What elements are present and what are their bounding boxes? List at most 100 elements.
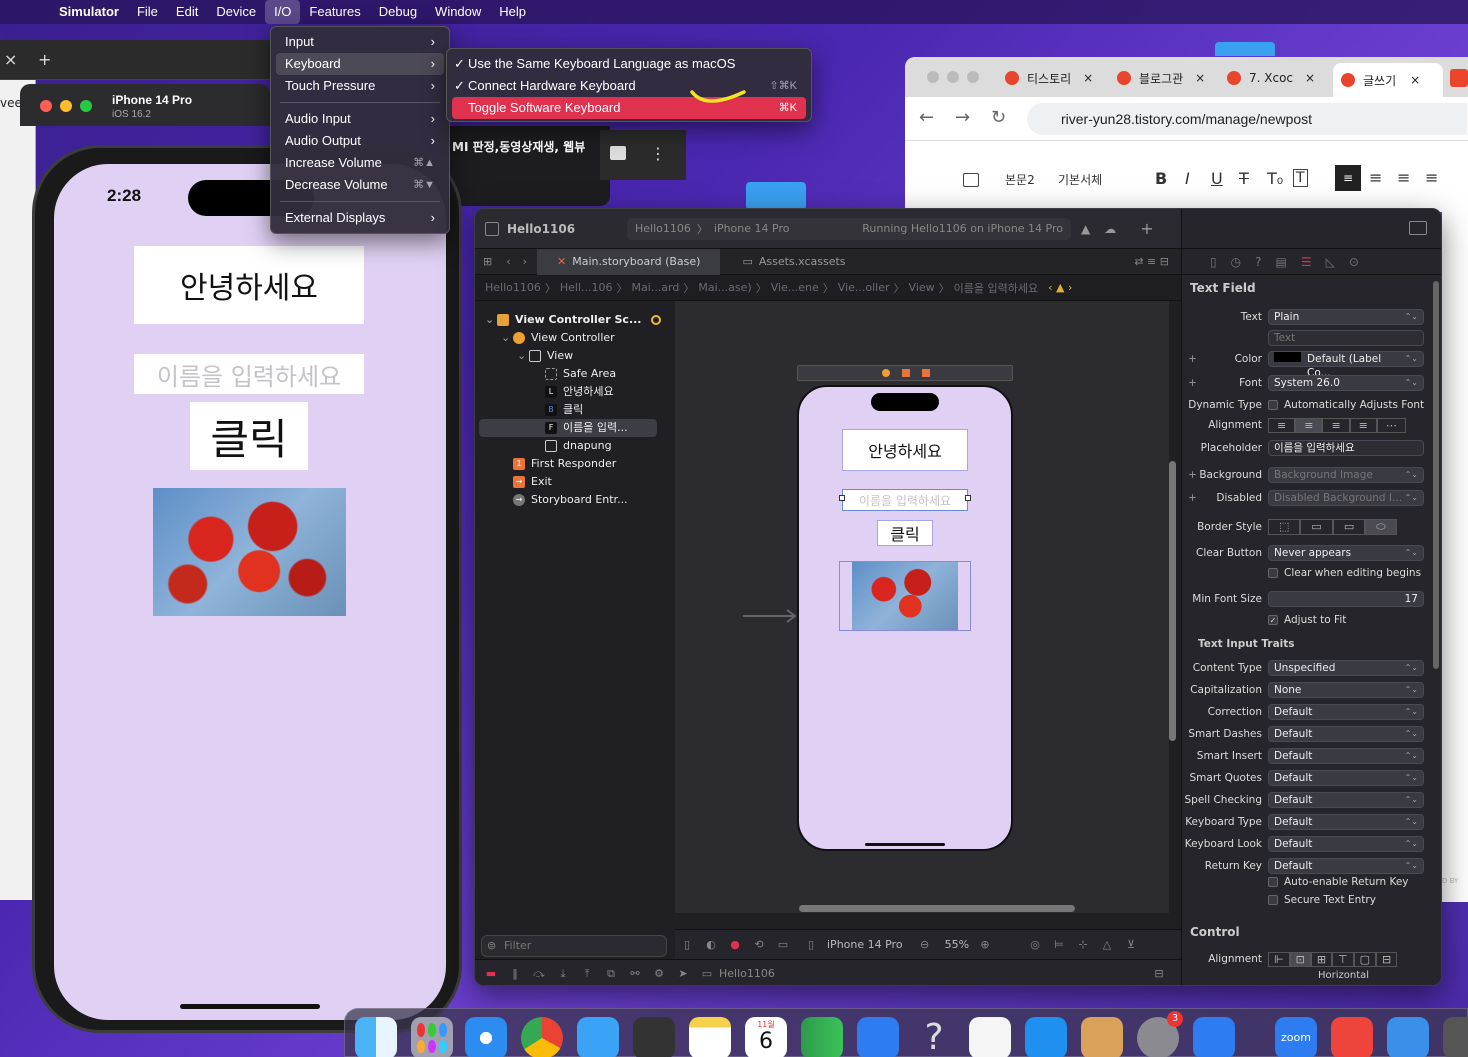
menu-help[interactable]: Help xyxy=(490,0,535,24)
auto-enable-return-key-check[interactable]: Auto-enable Return Key xyxy=(1182,872,1441,892)
checkbox[interactable] xyxy=(1268,400,1278,410)
inspector-popup[interactable]: Disabled Background I... ⌃⌄ xyxy=(1268,490,1424,506)
canvas-name-field[interactable]: 이름을 입력하세요 xyxy=(842,489,968,511)
outline-item-selected[interactable]: F 이름을 입력... xyxy=(479,419,657,437)
add-icon[interactable]: + xyxy=(1140,219,1153,238)
chrome-icon[interactable] xyxy=(521,1017,563,1057)
safari-icon[interactable] xyxy=(465,1017,507,1057)
italic-button[interactable]: I xyxy=(1185,169,1190,188)
menu-item-touch-pressure[interactable]: Touch Pressure › xyxy=(276,75,444,97)
device-icon[interactable]: ▯ xyxy=(803,938,819,952)
resize-handle[interactable] xyxy=(965,495,971,501)
underline-button[interactable]: U xyxy=(1211,169,1223,188)
tab-assets[interactable]: ▭ Assets.xcassets xyxy=(720,249,867,275)
zoom-window-button[interactable] xyxy=(80,100,92,112)
trait-popup[interactable]: Default ⌃⌄ xyxy=(1268,836,1424,852)
breadcrumb-item[interactable]: Vie...ene xyxy=(771,281,819,294)
step-over-icon[interactable]: ⤼ xyxy=(531,967,547,981)
close-tab-icon[interactable]: × xyxy=(1195,71,1205,85)
inspector-scrollbar[interactable] xyxy=(1433,281,1439,669)
browser-tab-active[interactable]: 글쓰기 × xyxy=(1333,63,1443,97)
menu-features[interactable]: Features xyxy=(300,0,369,24)
align-center-icon[interactable]: ≡ xyxy=(1369,168,1382,187)
url-field[interactable]: river-yun28.tistory.com/manage/newpost xyxy=(1027,103,1467,135)
text-alignment-segments[interactable]: ≡ ≡ ≡ ≡ ⋯ xyxy=(1268,417,1406,433)
tab-main-storyboard[interactable]: ✕ Main.storyboard (Base) xyxy=(537,248,721,275)
align-right-icon[interactable]: ≡ xyxy=(1397,168,1410,187)
canvas-image-view[interactable] xyxy=(839,561,971,631)
menu-file[interactable]: File xyxy=(128,0,167,24)
keynote-icon[interactable] xyxy=(857,1017,899,1057)
grid-icon[interactable]: ⊞ xyxy=(483,255,492,268)
outline-item[interactable]: ⌄ View xyxy=(485,347,675,365)
breadcrumb-item[interactable]: Hello1106 xyxy=(485,281,541,294)
menu-item-audio-output[interactable]: Audio Output › xyxy=(276,130,444,152)
browser-tab[interactable]: 티스토리 × xyxy=(1005,65,1105,91)
layout-icon[interactable]: ▭ xyxy=(775,938,791,952)
browser-tab[interactable]: 7. Xcoc × xyxy=(1227,65,1327,91)
warning-icon[interactable]: ▲ xyxy=(1081,222,1090,236)
font-dropdown[interactable]: 기본서체 xyxy=(1058,171,1102,188)
location-icon[interactable]: ➤ xyxy=(675,967,691,981)
close-window-button[interactable] xyxy=(927,71,939,83)
history-inspector-icon[interactable]: ◷ xyxy=(1231,255,1241,269)
subscript-button[interactable]: T₀ xyxy=(1267,169,1283,188)
inspector-toggle-icon[interactable] xyxy=(1409,221,1427,235)
menu-edit[interactable]: Edit xyxy=(167,0,207,24)
simulator-icon[interactable] xyxy=(1387,1017,1429,1057)
align-justify-icon[interactable]: ≡ xyxy=(1425,168,1438,187)
forward-arrow-icon[interactable]: → xyxy=(955,107,970,128)
reload-icon[interactable]: ↻ xyxy=(991,107,1006,128)
outline-item[interactable]: ⌄ View Controller Sc... xyxy=(485,311,675,329)
trait-popup[interactable]: Default ⌃⌄ xyxy=(1268,792,1424,808)
finder-icon[interactable] xyxy=(355,1017,397,1057)
nav-back-icon[interactable]: ‹ xyxy=(506,255,510,268)
add-variation-icon[interactable]: + xyxy=(1188,492,1197,504)
breadcrumb-item[interactable]: 이름을 입력하세요 xyxy=(954,280,1038,296)
outline-item[interactable]: 1 First Responder xyxy=(485,455,675,473)
identity-inspector-icon[interactable]: ▤ xyxy=(1275,255,1286,269)
trait-popup[interactable]: Default ⌃⌄ xyxy=(1268,770,1424,786)
canvas-greeting-label[interactable]: 안녕하세요 xyxy=(842,429,968,471)
textbox-button[interactable]: T xyxy=(1293,169,1308,187)
inspector-popup[interactable]: 17 xyxy=(1268,591,1424,607)
resolve-issues-icon[interactable]: △ xyxy=(1099,938,1115,952)
debug-breakpoints-icon[interactable]: ▬ xyxy=(483,967,499,981)
anydesk-icon[interactable] xyxy=(1331,1017,1373,1057)
memory-graph-icon[interactable]: ⚯ xyxy=(627,967,643,981)
close-tab-icon[interactable]: × xyxy=(1083,71,1093,85)
calculator-icon[interactable] xyxy=(633,1017,675,1057)
console-toggle-icon[interactable]: ⊟ xyxy=(1151,967,1167,981)
menu-item-increase-volume[interactable]: Increase Volume ⌘▲ xyxy=(276,152,444,174)
split-editor-icon[interactable]: ⇄ ≡ ⊟ xyxy=(1134,255,1169,268)
sidebar-toggle-icon[interactable]: ▯ xyxy=(679,938,695,952)
inspector-popup[interactable]: Plain ⌃⌄ xyxy=(1268,309,1424,325)
canvas-click-button[interactable]: 클릭 xyxy=(877,520,933,546)
scheme-selector[interactable]: Hello1106 xyxy=(635,222,691,235)
add-variation-icon[interactable]: + xyxy=(1188,353,1197,365)
menu-window[interactable]: Window xyxy=(426,0,490,24)
add-variation-icon[interactable]: + xyxy=(1188,469,1197,481)
attributes-inspector-icon[interactable]: ☰ xyxy=(1301,255,1312,269)
outline-item[interactable]: Safe Area xyxy=(485,365,675,383)
inspector-popup[interactable]: Default (Label Co... ⌃⌄ xyxy=(1268,351,1424,379)
step-in-icon[interactable]: ⤓ xyxy=(555,967,571,981)
textedit-icon[interactable] xyxy=(969,1017,1011,1057)
add-variation-icon[interactable]: + xyxy=(1188,377,1197,389)
device-selector[interactable]: iPhone 14 Pro xyxy=(714,222,790,235)
filter-field[interactable]: ⊜ Filter xyxy=(481,935,667,957)
image-icon[interactable] xyxy=(963,173,979,187)
system-settings-icon[interactable]: 3 xyxy=(1137,1011,1183,1057)
add-tab-icon[interactable]: + xyxy=(38,50,51,69)
outline-item[interactable]: L 안녕하세요 xyxy=(485,383,675,401)
close-tab-icon[interactable]: × xyxy=(1410,73,1420,87)
appearance-icon[interactable]: ◐ xyxy=(703,938,719,952)
step-out-icon[interactable]: ⤒ xyxy=(579,967,595,981)
xcode-icon[interactable] xyxy=(1193,1017,1235,1057)
canvas-device[interactable]: 안녕하세요 이름을 입력하세요 클릭 xyxy=(797,385,1013,851)
name-text-field[interactable]: 이름을 입력하세요 xyxy=(134,354,364,394)
zoom-in-icon[interactable]: ⊕ xyxy=(977,938,993,952)
preview-icon[interactable] xyxy=(1081,1017,1123,1057)
environment-icon[interactable]: ⚙ xyxy=(651,967,667,981)
breadcrumb-item[interactable]: Vie...oller xyxy=(838,281,890,294)
